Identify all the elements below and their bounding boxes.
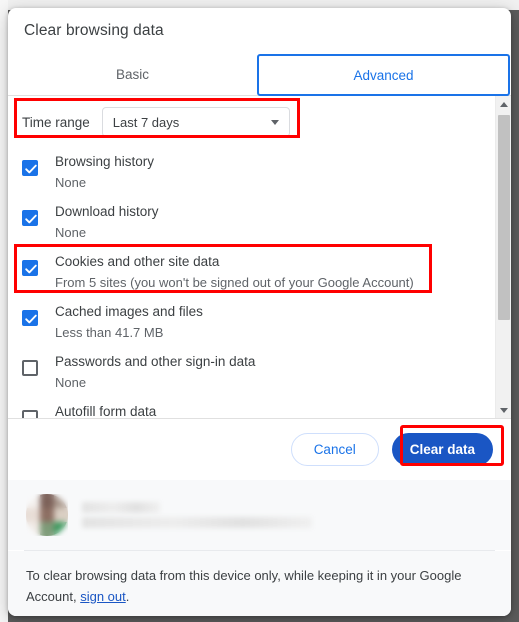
checkbox-text-cached-images: Cached images and files Less than 41.7 M… (55, 298, 203, 343)
checkbox-row-autofill[interactable]: Autofill form data (22, 398, 495, 418)
scrollbar-thumb[interactable] (498, 115, 510, 320)
dialog-title: Clear browsing data (24, 22, 164, 39)
profile-name-blurred (82, 502, 511, 528)
settings-list: Time range Last 7 days Browsing history (8, 96, 495, 418)
checkbox-cookies[interactable] (22, 260, 38, 276)
dialog-action-bar: Cancel Clear data (8, 418, 511, 480)
profile-row[interactable] (8, 480, 511, 550)
checkbox-passwords[interactable] (22, 360, 38, 376)
item-subtitle: Less than 41.7 MB (55, 325, 164, 340)
item-subtitle: None (55, 375, 87, 390)
item-title: Passwords and other sign-in data (55, 354, 256, 369)
clear-data-button-wrapper: Clear data (391, 433, 493, 466)
checkbox-text-passwords: Passwords and other sign-in data None (55, 348, 255, 393)
time-range-select[interactable]: Last 7 days (101, 107, 290, 137)
tab-bar: Basic Advanced (8, 54, 511, 96)
checkbox-browsing-history[interactable] (22, 160, 38, 176)
clear-data-button[interactable]: Clear data (391, 433, 493, 466)
item-title: Cached images and files (55, 304, 203, 319)
clear-browsing-data-dialog: Clear browsing data Basic Advanced Time … (8, 8, 511, 616)
footer-note-suffix: . (125, 589, 130, 604)
checkbox-row-download-history[interactable]: Download history None (22, 198, 495, 248)
time-range-label: Time range (22, 114, 90, 130)
checkbox-text-cookies: Cookies and other site data From 5 sites… (55, 248, 414, 293)
checkbox-autofill[interactable] (22, 410, 38, 418)
checkbox-text-autofill: Autofill form data (55, 398, 156, 418)
checkbox-row-cookies[interactable]: Cookies and other site data From 5 sites… (22, 248, 495, 298)
scroll-down-arrow-icon[interactable] (496, 402, 511, 418)
checkbox-cached-images[interactable] (22, 310, 38, 326)
settings-scroll-area: Time range Last 7 days Browsing history (8, 96, 511, 418)
item-title: Browsing history (55, 154, 155, 169)
data-type-list: Browsing history None Download history N… (8, 145, 495, 418)
item-subtitle: None (55, 175, 87, 190)
cancel-button[interactable]: Cancel (290, 433, 379, 466)
scrollbar[interactable] (495, 96, 511, 418)
tab-basic[interactable]: Basic (8, 54, 257, 95)
checkbox-text-browsing-history: Browsing history None (55, 148, 154, 193)
item-title: Autofill form data (55, 404, 157, 418)
backdrop-left-strip (0, 0, 8, 622)
profile-email-redaction (82, 517, 312, 528)
time-range-row: Time range Last 7 days (8, 99, 495, 145)
time-range-value: Last 7 days (112, 114, 180, 130)
item-subtitle: None (55, 225, 87, 240)
checkbox-row-passwords[interactable]: Passwords and other sign-in data None (22, 348, 495, 398)
scroll-up-arrow-icon[interactable] (496, 96, 511, 112)
checkbox-row-cached-images[interactable]: Cached images and files Less than 41.7 M… (22, 298, 495, 348)
footer-note: To clear browsing data from this device … (8, 551, 511, 616)
screen: Clear browsing data Basic Advanced Time … (0, 0, 519, 622)
avatar (26, 494, 68, 536)
item-title: Download history (55, 204, 159, 219)
sign-out-link[interactable]: sign out (80, 589, 126, 604)
chevron-down-icon (270, 120, 279, 125)
checkbox-row-browsing-history[interactable]: Browsing history None (22, 148, 495, 198)
tab-advanced[interactable]: Advanced (257, 54, 510, 96)
checkbox-download-history[interactable] (22, 210, 38, 226)
checkbox-text-download-history: Download history None (55, 198, 159, 243)
item-subtitle: From 5 sites (you won't be signed out of… (55, 275, 414, 290)
item-title: Cookies and other site data (55, 254, 220, 269)
profile-name-redaction (82, 502, 160, 513)
